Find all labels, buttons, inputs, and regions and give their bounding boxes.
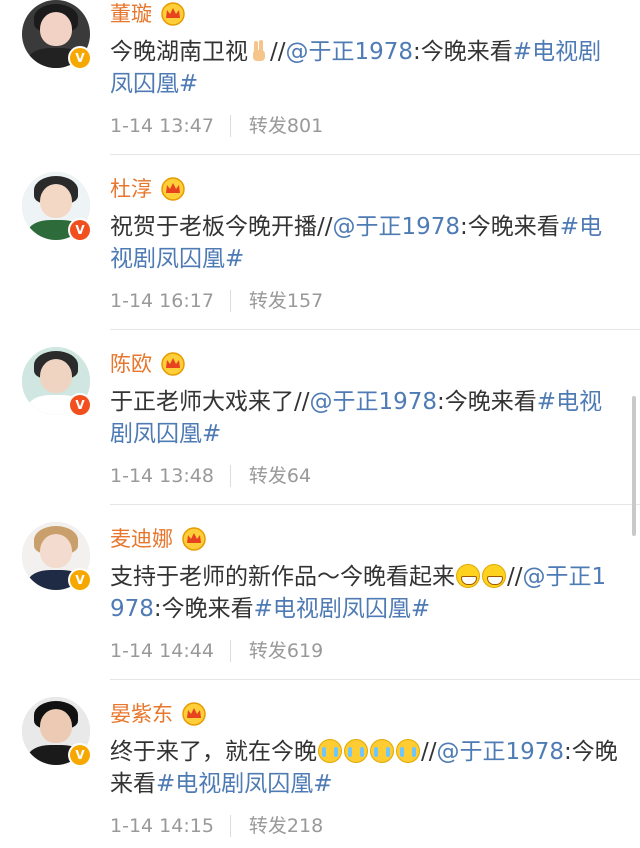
grin-emoji-icon [456, 564, 480, 588]
tear-emoji-icon [318, 739, 342, 763]
mention-link[interactable]: @于正1978 [437, 739, 565, 765]
post-content: 今晚湖南卫视//@于正1978:今晚来看#电视剧凤囚凰# [110, 39, 602, 97]
avatar-face [40, 12, 72, 46]
user-name[interactable]: 晏紫东 [110, 700, 173, 728]
post-content: 终于来了，就在今晚//@于正1978:今晚来看#电视剧凤囚凰# [110, 739, 618, 797]
post-content: 支持于老师的新作品～今晚看起来//@于正1978:今晚来看#电视剧凤囚凰# [110, 564, 607, 622]
post-content: 于正老师大戏来了//@于正1978:今晚来看#电视剧凤囚凰# [110, 389, 603, 447]
verified-badge-icon: V [68, 743, 92, 767]
post-time: 1-14 13:48 [110, 465, 214, 487]
tear-emoji-icon [396, 739, 420, 763]
user-name[interactable]: 陈欧 [110, 350, 152, 378]
grin-emoji-icon [482, 564, 506, 588]
tear-emoji-icon [344, 739, 368, 763]
avatar-face [40, 534, 72, 568]
avatar[interactable]: V [22, 522, 92, 592]
post-time: 1-14 14:15 [110, 815, 214, 837]
repost-item: V 晏紫东 终于来了，就在今晚//@于正1978:今晚来看#电视剧凤囚凰# 1-… [0, 680, 640, 848]
meta-divider [229, 290, 231, 312]
vip-crown-icon [182, 527, 206, 551]
victory-hand-icon [253, 40, 265, 61]
vip-crown-icon [161, 177, 185, 201]
avatar[interactable]: V [22, 347, 92, 417]
avatar-face [40, 709, 72, 743]
hashtag-link[interactable]: #电视剧凤囚凰# [254, 596, 431, 622]
hashtag-link[interactable]: #电视剧凤囚凰# [156, 771, 333, 797]
repost-count[interactable]: 转发619 [249, 638, 323, 664]
avatar[interactable]: V [22, 172, 92, 242]
vip-crown-icon [161, 2, 185, 26]
repost-item: V 麦迪娜 支持于老师的新作品～今晚看起来//@于正1978:今晚来看#电视剧凤… [0, 505, 640, 680]
repost-count[interactable]: 转发801 [249, 113, 323, 139]
mention-link[interactable]: @于正1978 [286, 39, 414, 65]
user-name[interactable]: 杜淳 [110, 175, 152, 203]
meta-divider [229, 465, 231, 487]
repost-count[interactable]: 转发218 [249, 813, 323, 839]
meta-divider [229, 640, 231, 662]
mention-link[interactable]: @于正1978 [333, 214, 461, 240]
post-time: 1-14 13:47 [110, 115, 214, 137]
repost-feed: V 董璇 今晚湖南卫视//@于正1978:今晚来看#电视剧凤囚凰# 1-14 1… [0, 0, 640, 848]
meta-divider [229, 815, 231, 837]
repost-item: V 杜淳 祝贺于老板今晚开播//@于正1978:今晚来看#电视剧凤囚凰# 1-1… [0, 155, 640, 330]
verified-badge-icon: V [68, 568, 92, 592]
repost-count[interactable]: 转发157 [249, 288, 323, 314]
avatar[interactable]: V [22, 697, 92, 767]
avatar-face [40, 359, 72, 393]
post-time: 1-14 14:44 [110, 640, 214, 662]
repost-count[interactable]: 转发64 [249, 463, 311, 489]
avatar[interactable]: V [22, 0, 92, 70]
post-time: 1-14 16:17 [110, 290, 214, 312]
repost-item: V 陈欧 于正老师大戏来了//@于正1978:今晚来看#电视剧凤囚凰# 1-14… [0, 330, 640, 505]
scrollbar[interactable] [632, 396, 636, 536]
tear-emoji-icon [370, 739, 394, 763]
mention-link[interactable]: @于正1978 [310, 389, 438, 415]
meta-divider [229, 115, 231, 137]
avatar-face [40, 184, 72, 218]
verified-badge-icon: V [68, 393, 92, 417]
repost-item: V 董璇 今晚湖南卫视//@于正1978:今晚来看#电视剧凤囚凰# 1-14 1… [0, 0, 640, 155]
verified-badge-icon: V [68, 46, 92, 70]
user-name[interactable]: 董璇 [110, 0, 152, 28]
user-name[interactable]: 麦迪娜 [110, 525, 173, 553]
post-content: 祝贺于老板今晚开播//@于正1978:今晚来看#电视剧凤囚凰# [110, 214, 603, 272]
vip-crown-icon [161, 352, 185, 376]
vip-crown-icon [182, 702, 206, 726]
verified-badge-icon: V [68, 218, 92, 242]
